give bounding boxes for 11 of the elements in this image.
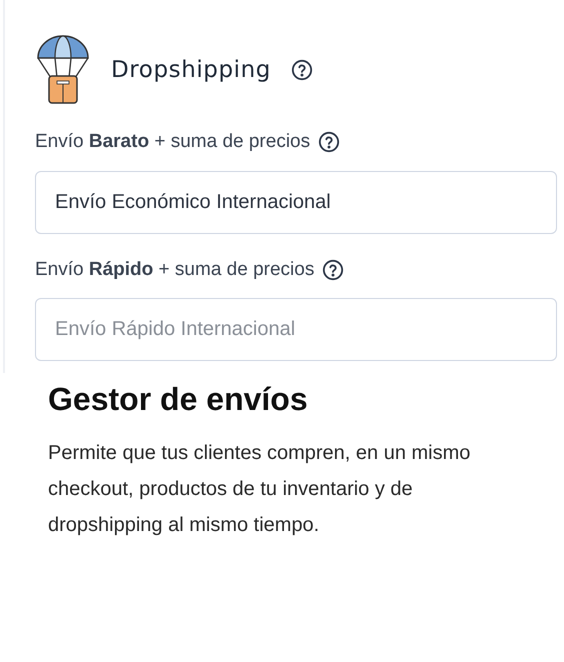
help-icon[interactable] [318, 131, 340, 154]
feature-description: Permite que tus clientes compren, en un mismo checkout, productos de tu inventario y de dropshipping al mismo tiempo. [48, 441, 472, 538]
field-label: Envío Rápido + suma de precios [35, 258, 314, 282]
text-field[interactable]: Envío Rápido Internacional [35, 298, 557, 361]
feature-heading: Gestor de envíos [48, 380, 309, 419]
help-icon[interactable] [290, 59, 313, 81]
help-icon[interactable] [322, 258, 344, 281]
field-label: Envío Barato + suma de precios [35, 130, 310, 154]
parachute-box-icon [35, 34, 91, 106]
text-field[interactable]: Envío Económico Internacional [35, 170, 557, 234]
panel-title: Dropshipping [111, 56, 271, 85]
